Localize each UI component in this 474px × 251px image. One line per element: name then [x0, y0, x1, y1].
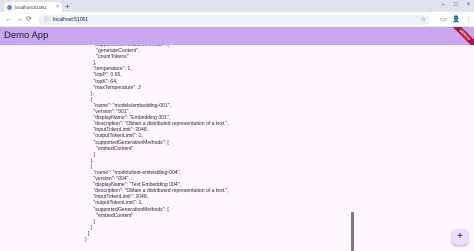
address-bar[interactable]: ⓘ localhost:51061 ☆	[38, 14, 430, 25]
json-line: }	[85, 237, 87, 243]
back-icon[interactable]: ←	[5, 15, 12, 24]
forward-icon[interactable]: →	[16, 15, 23, 24]
window-controls: – □ ×	[442, 1, 470, 10]
scrollbar-thumb[interactable]	[351, 212, 354, 251]
plus-icon: +	[457, 231, 463, 242]
sidebar-icon[interactable]: ▭	[440, 15, 446, 24]
menu-icon[interactable]: ⋮	[465, 15, 472, 24]
tab-title: localhost:51061	[15, 4, 47, 10]
address-url: localhost:51061	[53, 16, 89, 23]
maximize-icon[interactable]: □	[454, 1, 458, 10]
browser-toolbar: ← → ⟳ ⓘ localhost:51061 ☆ ▭ 👤 ⋮	[0, 12, 474, 27]
app-bar: Demo App DEBUG	[0, 27, 474, 45]
add-button[interactable]: +	[452, 229, 468, 245]
globe-icon	[7, 4, 12, 10]
debug-banner: DEBUG	[446, 27, 474, 45]
browser-tab-strip: localhost:51061 × + – □ ×	[0, 0, 474, 12]
minimize-icon[interactable]: –	[442, 1, 445, 10]
response-view: "supportedGenerationMethods": [ "generat…	[0, 45, 474, 251]
browser-tab[interactable]: localhost:51061 ×	[4, 2, 62, 12]
info-icon[interactable]: ⓘ	[44, 16, 49, 23]
close-window-icon[interactable]: ×	[466, 1, 470, 10]
app-title: Demo App	[4, 30, 49, 41]
profile-icon[interactable]: 👤	[452, 15, 460, 24]
close-tab-icon[interactable]: ×	[56, 4, 59, 10]
json-response-text: "supportedGenerationMethods": [ "generat…	[85, 45, 229, 243]
bookmark-star-icon[interactable]: ☆	[421, 16, 426, 23]
reload-icon[interactable]: ⟳	[26, 15, 32, 24]
new-tab-button[interactable]: +	[65, 2, 70, 11]
